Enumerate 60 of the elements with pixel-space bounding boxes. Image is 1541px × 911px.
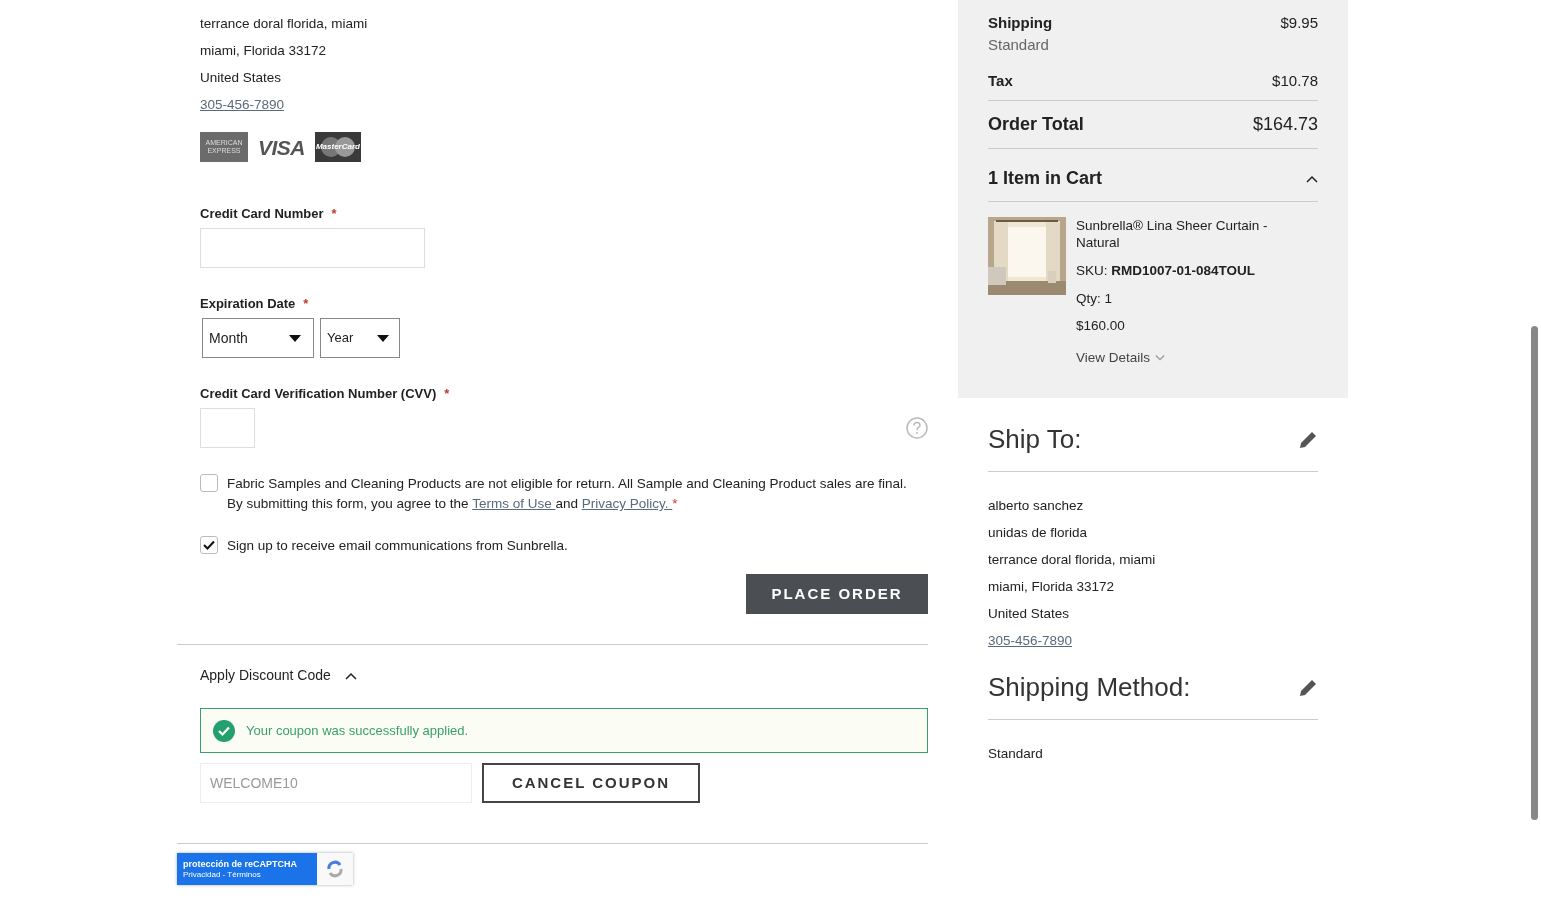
cart-toggle[interactable]: 1 Item in Cart xyxy=(988,149,1318,202)
recaptcha-text: protección de reCAPTCHA xyxy=(183,858,299,870)
total-label: Order Total xyxy=(988,113,1084,136)
product-name: Sunbrella® Lina Sheer Curtain - Natural xyxy=(1076,217,1269,251)
success-text: Your coupon was successfully applied. xyxy=(246,721,469,740)
card-number-field[interactable] xyxy=(200,228,425,268)
field-label: Credit Card Verification Number (CVV) * xyxy=(200,386,451,402)
required-mark: * xyxy=(331,206,337,221)
address-line: United States xyxy=(988,605,1071,623)
mastercard-logo: MasterCard xyxy=(314,132,361,162)
privacy-link[interactable]: Privacy Policy. xyxy=(581,496,673,511)
summary-sublabel: Standard xyxy=(988,35,1050,55)
section-title: Ship To: xyxy=(988,423,1082,456)
shipping-method-value: Standard xyxy=(988,745,1044,763)
terms-link[interactable]: Terms of Use xyxy=(472,496,556,511)
required-mark: * xyxy=(444,386,450,401)
address-line: terrance doral florida, miami xyxy=(988,551,1157,569)
address-line: miami, Florida 33172 xyxy=(200,42,328,60)
caret-icon xyxy=(1306,174,1318,183)
summary-value: $10.78 xyxy=(1272,71,1318,91)
address-line: miami, Florida 33172 xyxy=(988,578,1116,596)
year-select[interactable]: Year xyxy=(320,318,400,358)
phone-link[interactable]: 305-456-7890 xyxy=(988,631,1073,650)
view-details-link[interactable]: View Details xyxy=(1076,347,1166,368)
cancel-coupon-button[interactable]: CANCEL COUPON xyxy=(482,763,700,803)
caret-icon xyxy=(344,671,357,680)
quantity-text: Qty: 1 xyxy=(1076,290,1113,309)
month-select[interactable]: Month xyxy=(202,318,314,358)
checkbox-label: Sign up to receive email communications from Sunbrella. xyxy=(227,537,568,555)
pencil-icon[interactable] xyxy=(1298,677,1318,698)
price-text: $160.00 xyxy=(1076,316,1126,335)
section-title: Shipping Method: xyxy=(988,671,1191,704)
recaptcha-icon xyxy=(325,859,345,879)
dropdown-arrow-icon xyxy=(377,334,389,342)
summary-value: $9.95 xyxy=(1280,13,1318,33)
summary-label: Shipping xyxy=(988,13,1053,33)
chevron-down-icon xyxy=(1155,353,1166,362)
check-circle-icon xyxy=(213,719,235,742)
checkbox[interactable] xyxy=(200,536,218,554)
visa-logo: VISA xyxy=(258,136,305,158)
summary-label: Tax xyxy=(988,71,1013,91)
phone-link[interactable]: 305-456-7890 xyxy=(200,95,285,114)
help-icon[interactable] xyxy=(906,417,928,439)
address-line: terrance doral florida, miami xyxy=(200,15,369,33)
sku-text: SKU: RMD1007-01-084TOUL xyxy=(1076,262,1257,280)
address-line: alberto sanchez xyxy=(988,497,1085,515)
address-line: United States xyxy=(200,69,283,87)
address-line: unidas de florida xyxy=(988,524,1089,542)
field-label: Credit Card Number * xyxy=(200,206,338,222)
dropdown-arrow-icon xyxy=(289,334,301,342)
discount-toggle[interactable]: Apply Discount Code xyxy=(200,665,357,686)
checkbox[interactable] xyxy=(200,474,218,492)
terms-text: Fabric Samples and Cleaning Products are not eligible for return. All Sample and Cleaning Product sales are final. By submitting this form, you agree to the Terms of Use and Privacy Policy. * xyxy=(227,475,907,513)
total-value: $164.73 xyxy=(1252,113,1318,136)
place-order-button[interactable]: PLACE ORDER xyxy=(746,574,928,614)
recaptcha-links: Privacidad - Términos xyxy=(183,869,262,880)
field-label: Expiration Date * xyxy=(200,296,310,312)
cvv-field[interactable] xyxy=(200,408,255,448)
required-mark: * xyxy=(303,296,309,311)
pencil-icon[interactable] xyxy=(1298,429,1318,450)
